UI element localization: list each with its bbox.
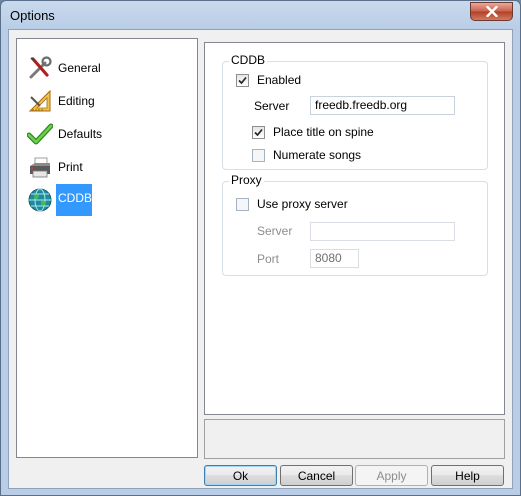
cancel-button[interactable]: Cancel: [280, 465, 353, 486]
enabled-label: Enabled: [257, 73, 302, 87]
use-proxy-checkbox-row[interactable]: Use proxy server: [236, 197, 348, 211]
proxy-port-input[interactable]: 8080: [310, 249, 359, 268]
tools-icon: [27, 55, 53, 81]
close-icon: [485, 6, 498, 17]
enabled-checkbox[interactable]: [236, 73, 249, 87]
settings-panel: CDDB Enabled Server freedb.freedb.org Pl…: [204, 42, 505, 415]
checkmark-icon: [27, 121, 53, 147]
category-item-defaults[interactable]: Defaults: [27, 119, 197, 149]
ok-button[interactable]: Ok: [204, 465, 277, 486]
category-item-general[interactable]: General: [27, 53, 197, 83]
numerate-label: Numerate songs: [273, 148, 362, 162]
apply-button[interactable]: Apply: [355, 465, 428, 486]
cddb-server-input[interactable]: freedb.freedb.org: [310, 96, 455, 115]
category-label: Editing: [58, 94, 95, 108]
enabled-checkbox-row[interactable]: Enabled: [236, 73, 301, 87]
category-item-print[interactable]: Print: [27, 152, 197, 182]
check-icon: [254, 128, 263, 136]
category-label: General: [58, 61, 101, 75]
proxy-group-title: Proxy: [229, 173, 264, 187]
category-item-editing[interactable]: Editing: [27, 86, 197, 116]
description-box: [204, 419, 505, 459]
proxy-group: Proxy Use proxy server Server Port 8080: [222, 173, 488, 276]
place-title-checkbox[interactable]: [252, 125, 265, 139]
close-button[interactable]: [470, 2, 513, 21]
use-proxy-label: Use proxy server: [257, 197, 348, 211]
category-item-cddb[interactable]: CDDB: [27, 184, 197, 216]
place-title-label: Place title on spine: [273, 125, 374, 139]
cddb-server-label: Server: [254, 99, 290, 113]
cddb-group: CDDB Enabled Server freedb.freedb.org Pl…: [222, 53, 488, 170]
numerate-checkbox[interactable]: [252, 148, 265, 162]
help-button[interactable]: Help: [431, 465, 504, 486]
category-label: Print: [58, 160, 83, 174]
title-bar[interactable]: Options: [1, 1, 520, 29]
globe-icon: [27, 187, 53, 213]
place-title-checkbox-row[interactable]: Place title on spine: [252, 125, 374, 139]
ruler-triangle-icon: [27, 88, 53, 114]
cddb-group-title: CDDB: [229, 53, 268, 67]
numerate-checkbox-row[interactable]: Numerate songs: [252, 148, 361, 162]
printer-icon: [27, 154, 53, 180]
use-proxy-checkbox[interactable]: [236, 197, 249, 211]
proxy-port-label: Port: [257, 252, 280, 266]
options-window: Options General Editing Defaults Print C…: [0, 0, 521, 496]
proxy-server-input[interactable]: [310, 222, 455, 241]
category-label: Defaults: [58, 127, 103, 141]
proxy-server-label: Server: [257, 224, 293, 238]
check-icon: [238, 76, 247, 84]
category-list[interactable]: General Editing Defaults Print CDDB: [16, 38, 198, 458]
category-label: CDDB: [56, 184, 92, 216]
dialog-client-area: General Editing Defaults Print CDDB CDDB…: [8, 29, 513, 489]
window-title: Options: [10, 8, 55, 23]
